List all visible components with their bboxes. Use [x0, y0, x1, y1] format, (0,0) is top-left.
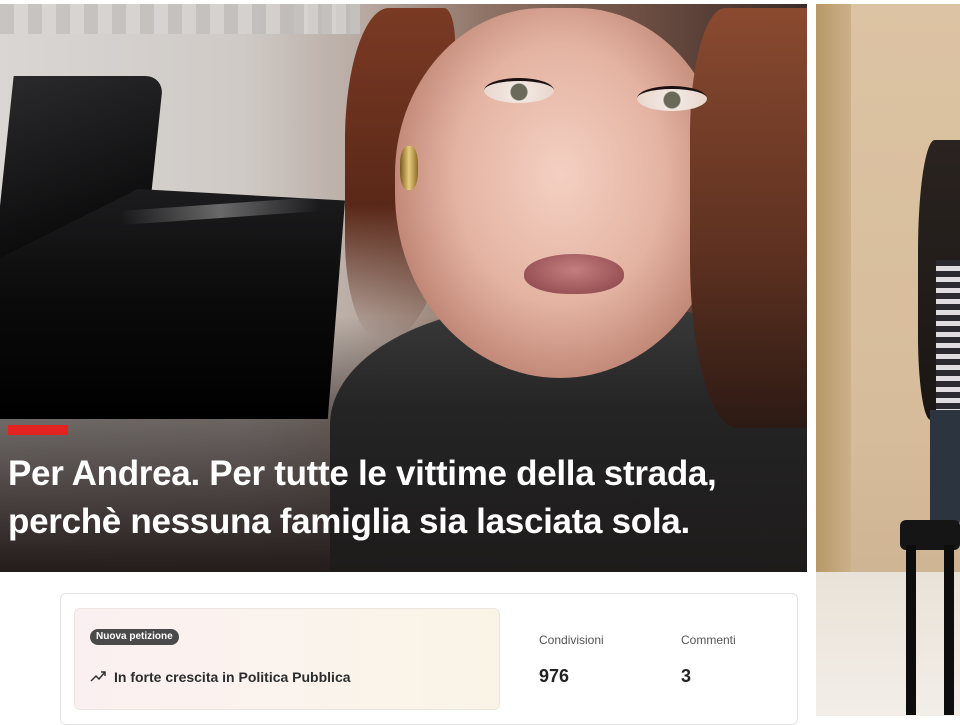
petition-title: Per Andrea. Per tutte le vittime della s…	[8, 450, 798, 546]
comments-label: Commenti	[681, 633, 736, 647]
wall-panels	[290, 4, 360, 34]
earring	[400, 146, 418, 190]
new-petition-badge: Nuova petizione	[90, 629, 179, 645]
hair	[690, 8, 807, 428]
trend-label: In forte crescita in Politica Pubblica	[114, 669, 351, 685]
petition-title-line-2: perchè nessuna famiglia sia lasciata sol…	[8, 502, 690, 541]
person-legs	[930, 410, 960, 530]
trend-box	[74, 608, 500, 710]
shares-count: 976	[539, 666, 570, 686]
lips	[524, 254, 624, 294]
trending-up-icon	[90, 671, 106, 682]
portrait-face	[395, 8, 725, 378]
petition-title-line-1: Per Andrea. Per tutte le vittime della s…	[8, 454, 717, 493]
bench-leg	[906, 545, 916, 715]
headline-accent-bar	[8, 425, 68, 435]
eye	[484, 78, 554, 103]
shares-label: Condivisioni	[539, 633, 604, 647]
comments-count: 3	[681, 666, 692, 686]
bench-leg	[944, 545, 954, 715]
floor	[816, 572, 960, 716]
person-body	[936, 260, 960, 420]
eye	[637, 86, 707, 111]
